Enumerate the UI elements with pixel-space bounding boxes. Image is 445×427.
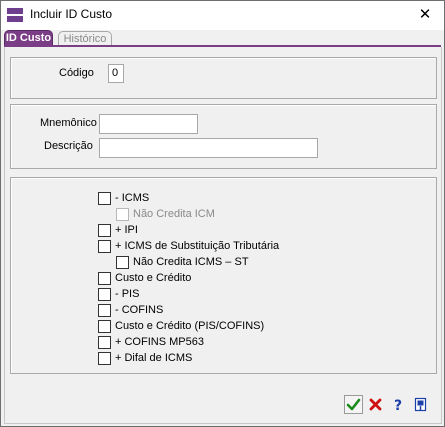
codigo-group: Código 0 bbox=[10, 57, 437, 99]
close-icon: ✕ bbox=[418, 6, 432, 23]
checkbox-label: - ICMS bbox=[115, 192, 150, 204]
app-icon bbox=[7, 8, 23, 22]
taxes-group: - ICMS Não Credita ICM + IPI + ICMS de S… bbox=[10, 177, 437, 374]
descricao-label: Descrição bbox=[44, 140, 93, 152]
checkbox-box[interactable] bbox=[98, 304, 111, 317]
checkbox-label: + IPI bbox=[115, 224, 138, 236]
title-bar: Incluir ID Custo ✕ bbox=[1, 1, 444, 30]
dialog-window: Incluir ID Custo ✕ ID Custo Histórico Có… bbox=[0, 0, 445, 427]
checkbox-label: Custo e Crédito bbox=[115, 272, 192, 284]
checkbox-box[interactable] bbox=[98, 288, 111, 301]
svg-text:?: ? bbox=[394, 398, 402, 412]
checkbox-box[interactable] bbox=[98, 224, 111, 237]
checkbox-box[interactable] bbox=[116, 208, 129, 221]
checkbox-label: + COFINS MP563 bbox=[115, 336, 204, 348]
checkbox-box[interactable] bbox=[98, 272, 111, 285]
descricao-field[interactable] bbox=[99, 138, 318, 158]
checkbox-box[interactable] bbox=[116, 256, 129, 269]
checkbox-label: Não Credita ICM bbox=[133, 208, 215, 220]
identification-group: Mnemônico Descrição bbox=[10, 104, 437, 169]
checkbox-box[interactable] bbox=[98, 320, 111, 333]
help-button[interactable]: ? bbox=[389, 395, 408, 414]
checkbox-box[interactable] bbox=[98, 336, 111, 349]
codigo-field[interactable]: 0 bbox=[108, 64, 124, 83]
mnemonico-label: Mnemônico bbox=[40, 117, 97, 129]
checkbox-label: Não Credita ICMS – ST bbox=[133, 256, 249, 268]
checkbox-label: Custo e Crédito (PIS/COFINS) bbox=[115, 320, 265, 332]
x-icon bbox=[369, 398, 382, 411]
exit-button[interactable] bbox=[411, 395, 430, 414]
checkbox-box[interactable] bbox=[98, 352, 111, 365]
confirm-button[interactable] bbox=[344, 395, 363, 414]
tab-content: Código 0 Mnemônico Descrição - ICMS Não … bbox=[4, 47, 442, 424]
question-icon: ? bbox=[394, 398, 402, 412]
check-icon bbox=[346, 398, 361, 411]
close-button[interactable]: ✕ bbox=[411, 4, 439, 26]
checkbox-label: + Difal de ICMS bbox=[115, 352, 193, 364]
mnemonico-field[interactable] bbox=[99, 114, 198, 134]
exit-door-icon bbox=[414, 397, 427, 412]
tab-id-custo[interactable]: ID Custo bbox=[4, 30, 53, 46]
checkbox-label: - COFINS bbox=[115, 304, 164, 316]
checkbox-box[interactable] bbox=[98, 192, 111, 205]
cancel-button[interactable] bbox=[366, 395, 385, 414]
codigo-label: Código bbox=[59, 67, 94, 79]
checkbox-box[interactable] bbox=[98, 240, 111, 253]
window-title: Incluir ID Custo bbox=[30, 7, 113, 21]
checkbox-label: - PIS bbox=[115, 288, 140, 300]
checkbox-label: + ICMS de Substituição Tributária bbox=[115, 240, 280, 252]
